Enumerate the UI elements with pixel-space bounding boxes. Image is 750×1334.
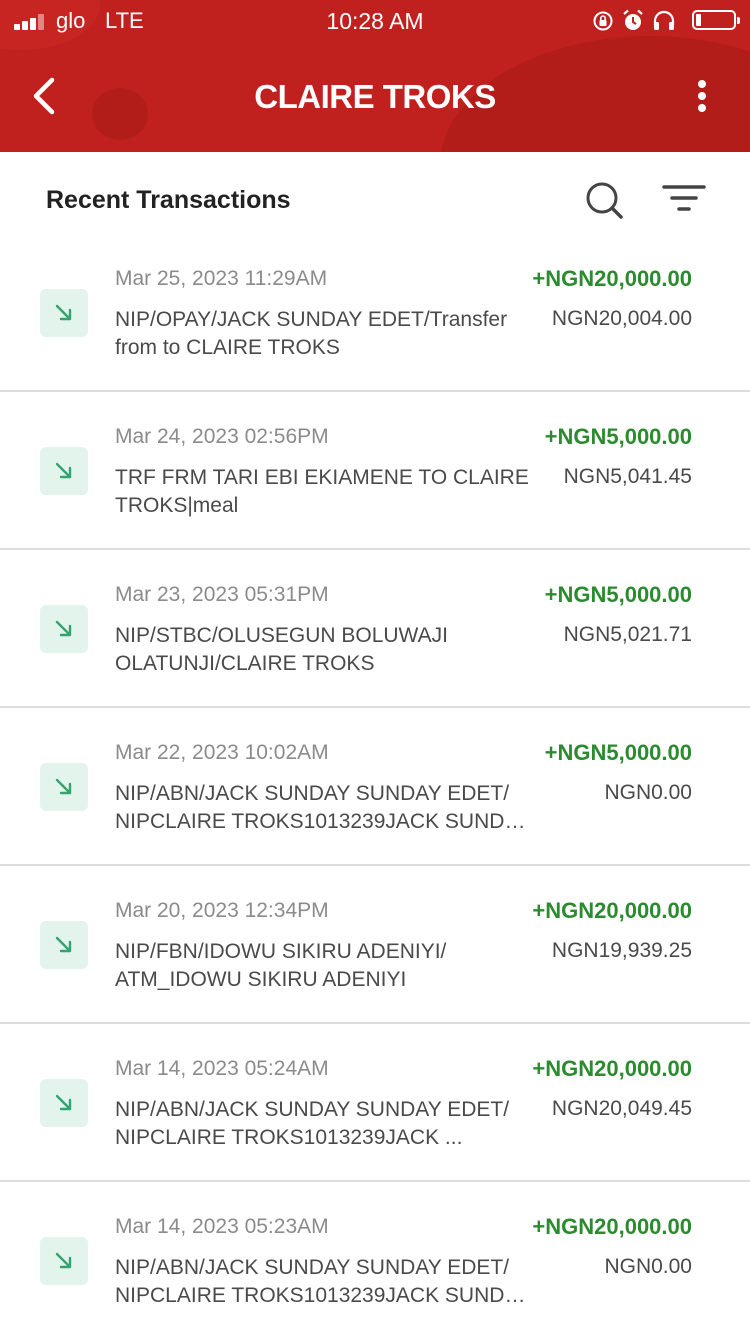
transaction-amount: +NGN20,000.00 bbox=[532, 1214, 692, 1239]
transaction-amount: +NGN20,000.00 bbox=[532, 1056, 692, 1081]
transaction-row[interactable]: Mar 14, 2023 05:23AM NIP/ABN/JACK SUNDAY… bbox=[0, 1182, 750, 1334]
transaction-description: NIP/OPAY/JACK SUNDAY EDET/Transfer from … bbox=[115, 308, 508, 359]
arrow-down-right-icon bbox=[55, 620, 72, 637]
transaction-list: Mar 25, 2023 11:29AM NIP/OPAY/JACK SUNDA… bbox=[0, 234, 750, 1334]
filter-button[interactable] bbox=[660, 180, 708, 220]
credit-icon-badge bbox=[40, 447, 88, 495]
arrow-down-right-icon bbox=[55, 936, 72, 953]
transaction-amount: +NGN5,000.00 bbox=[544, 582, 692, 607]
transaction-date: Mar 14, 2023 05:23AM bbox=[115, 1215, 329, 1238]
arrow-down-right-icon bbox=[55, 462, 72, 479]
transaction-balance: NGN20,049.45 bbox=[551, 1097, 692, 1120]
transaction-row[interactable]: Mar 23, 2023 05:31PM NIP/STBC/OLUSEGUN B… bbox=[0, 550, 750, 708]
transaction-date: Mar 20, 2023 12:34PM bbox=[115, 899, 329, 922]
transaction-balance: NGN19,939.25 bbox=[551, 939, 692, 962]
transaction-balance: NGN0.00 bbox=[604, 781, 692, 804]
credit-icon-badge bbox=[40, 605, 88, 653]
transaction-row[interactable]: Mar 24, 2023 02:56PM TRF FRM TARI EBI EK… bbox=[0, 392, 750, 550]
more-options-button[interactable] bbox=[684, 74, 720, 118]
transaction-description: NIP/STBC/OLUSEGUN BOLUWAJI OLATUNJI/CLAI… bbox=[115, 624, 448, 675]
transaction-date: Mar 24, 2023 02:56PM bbox=[115, 425, 329, 448]
transaction-amount: +NGN5,000.00 bbox=[544, 424, 692, 449]
transaction-amount: +NGN20,000.00 bbox=[532, 266, 692, 291]
search-icon bbox=[586, 182, 623, 219]
transaction-row[interactable]: Mar 25, 2023 11:29AM NIP/OPAY/JACK SUNDA… bbox=[0, 234, 750, 392]
arrow-down-right-icon bbox=[55, 1094, 72, 1111]
transaction-row[interactable]: Mar 22, 2023 10:02AM NIP/ABN/JACK SUNDAY… bbox=[0, 708, 750, 866]
transaction-date: Mar 23, 2023 05:31PM bbox=[115, 583, 329, 606]
status-bar: glo LTE 10:28 AM bbox=[0, 0, 750, 40]
headphones-icon bbox=[653, 10, 675, 30]
more-vertical-icon bbox=[698, 80, 706, 88]
rotation-lock-icon bbox=[593, 11, 613, 31]
credit-icon-badge bbox=[40, 1237, 88, 1285]
arrow-down-right-icon bbox=[55, 1252, 72, 1269]
credit-icon-badge bbox=[40, 1079, 88, 1127]
credit-icon-badge bbox=[40, 921, 88, 969]
transaction-description: NIP/ABN/JACK SUNDAY SUNDAY EDET/ NIPCLAI… bbox=[115, 1256, 531, 1307]
transaction-balance: NGN0.00 bbox=[604, 1255, 692, 1278]
filter-icon bbox=[662, 185, 706, 211]
transaction-description: TRF FRM TARI EBI EKIAMENE TO CLAIRE TROK… bbox=[115, 466, 529, 517]
transaction-date: Mar 14, 2023 05:24AM bbox=[115, 1057, 329, 1080]
transaction-date: Mar 22, 2023 10:02AM bbox=[115, 741, 329, 764]
transaction-row[interactable]: Mar 14, 2023 05:24AM NIP/ABN/JACK SUNDAY… bbox=[0, 1024, 750, 1182]
search-button[interactable] bbox=[582, 178, 626, 222]
transaction-description: NIP/ABN/JACK SUNDAY SUNDAY EDET/ NIPCLAI… bbox=[115, 782, 531, 833]
transaction-amount: +NGN5,000.00 bbox=[544, 740, 692, 765]
transaction-date: Mar 25, 2023 11:29AM bbox=[115, 267, 328, 290]
transaction-balance: NGN5,041.45 bbox=[563, 465, 692, 488]
transaction-row[interactable]: Mar 20, 2023 12:34PM NIP/FBN/IDOWU SIKIR… bbox=[0, 866, 750, 1024]
arrow-down-right-icon bbox=[55, 778, 72, 795]
transaction-description: NIP/FBN/IDOWU SIKIRU ADENIYI/ ATM_IDOWU … bbox=[115, 940, 447, 991]
credit-icon-badge bbox=[40, 289, 88, 337]
transaction-description: NIP/ABN/JACK SUNDAY SUNDAY EDET/ NIPCLAI… bbox=[115, 1098, 510, 1149]
section-title: Recent Transactions bbox=[46, 186, 291, 214]
app-header: glo LTE 10:28 AM CLAIRE TROKS bbox=[0, 0, 750, 152]
arrow-down-right-icon bbox=[55, 304, 72, 321]
page-title: CLAIRE TROKS bbox=[254, 78, 496, 115]
credit-icon-badge bbox=[40, 763, 88, 811]
transaction-balance: NGN5,021.71 bbox=[563, 623, 692, 646]
transaction-amount: +NGN20,000.00 bbox=[532, 898, 692, 923]
transaction-balance: NGN20,004.00 bbox=[551, 307, 692, 330]
battery-icon bbox=[692, 10, 740, 30]
alarm-icon bbox=[623, 9, 643, 30]
